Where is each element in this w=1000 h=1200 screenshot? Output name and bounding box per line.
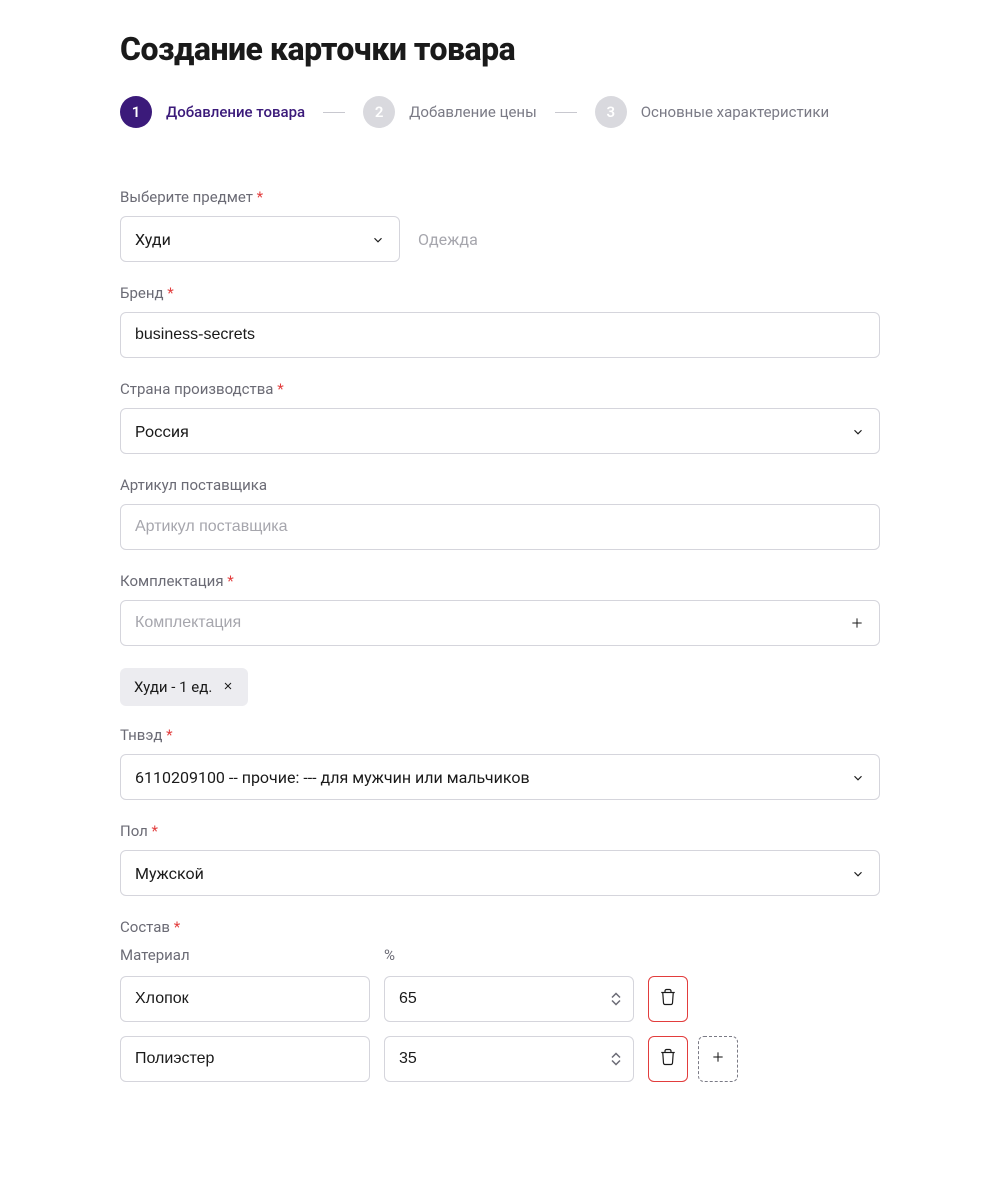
supplier-sku-field[interactable]	[135, 518, 865, 536]
composition-row	[120, 1036, 880, 1082]
trash-icon	[659, 1048, 677, 1070]
material-field-0[interactable]	[135, 990, 355, 1008]
brand-label: Бренд *	[120, 284, 880, 302]
percent-input[interactable]	[384, 976, 634, 1022]
composition-label: Состав *	[120, 918, 880, 936]
add-row-button[interactable]	[698, 1036, 738, 1082]
supplier-sku-label: Артикул поставщика	[120, 476, 880, 494]
chevron-down-icon	[851, 424, 865, 438]
bundle-input[interactable]	[120, 600, 880, 646]
bundle-chip-label: Худи - 1 ед.	[134, 678, 212, 696]
gender-value: Мужской	[135, 864, 204, 883]
tnved-select[interactable]: 6110209100 -- прочие: --- для мужчин или…	[120, 754, 880, 800]
step-3-number: 3	[595, 96, 627, 128]
number-stepper[interactable]	[611, 993, 623, 1006]
chevron-down-icon	[851, 770, 865, 784]
step-2[interactable]: 2 Добавление цены	[363, 96, 537, 128]
material-input[interactable]	[120, 976, 370, 1022]
country-select[interactable]: Россия	[120, 408, 880, 454]
percent-field-0[interactable]	[399, 990, 619, 1008]
subject-hint: Одежда	[418, 230, 478, 249]
material-field-1[interactable]	[135, 1050, 355, 1068]
bundle-field[interactable]	[135, 614, 849, 632]
close-icon[interactable]	[222, 678, 234, 696]
gender-select[interactable]: Мужской	[120, 850, 880, 896]
tnved-value: 6110209100 -- прочие: --- для мужчин или…	[135, 768, 530, 787]
wizard-stepper: 1 Добавление товара 2 Добавление цены 3 …	[120, 96, 880, 128]
composition-col-material: Материал	[120, 946, 370, 964]
percent-input[interactable]	[384, 1036, 634, 1082]
tnved-label: Тнвэд *	[120, 726, 880, 744]
trash-icon	[659, 988, 677, 1010]
brand-field[interactable]	[135, 326, 865, 344]
composition-col-percent: %	[384, 946, 634, 964]
step-3-label: Основные характеристики	[641, 103, 829, 121]
delete-row-button[interactable]	[648, 976, 688, 1022]
material-input[interactable]	[120, 1036, 370, 1082]
supplier-sku-input[interactable]	[120, 504, 880, 550]
step-1-number: 1	[120, 96, 152, 128]
gender-label: Пол *	[120, 822, 880, 840]
subject-label: Выберите предмет *	[120, 188, 880, 206]
percent-field-1[interactable]	[399, 1050, 619, 1068]
step-1-label: Добавление товара	[166, 103, 305, 121]
step-separator	[555, 112, 577, 113]
subject-value: Худи	[135, 230, 171, 249]
number-stepper[interactable]	[611, 1053, 623, 1066]
step-2-number: 2	[363, 96, 395, 128]
delete-row-button[interactable]	[648, 1036, 688, 1082]
country-label: Страна производства *	[120, 380, 880, 398]
plus-icon	[710, 1049, 726, 1069]
step-separator	[323, 112, 345, 113]
composition-row	[120, 976, 880, 1022]
step-1[interactable]: 1 Добавление товара	[120, 96, 305, 128]
step-3[interactable]: 3 Основные характеристики	[595, 96, 829, 128]
brand-input[interactable]	[120, 312, 880, 358]
country-value: Россия	[135, 422, 189, 441]
subject-select[interactable]: Худи	[120, 216, 400, 262]
bundle-label: Комплектация *	[120, 572, 880, 590]
chevron-down-icon	[371, 232, 385, 246]
plus-icon[interactable]	[849, 615, 865, 631]
step-2-label: Добавление цены	[409, 103, 537, 121]
page-title: Создание карточки товара	[120, 30, 880, 68]
bundle-chip: Худи - 1 ед.	[120, 668, 248, 706]
chevron-down-icon	[851, 866, 865, 880]
